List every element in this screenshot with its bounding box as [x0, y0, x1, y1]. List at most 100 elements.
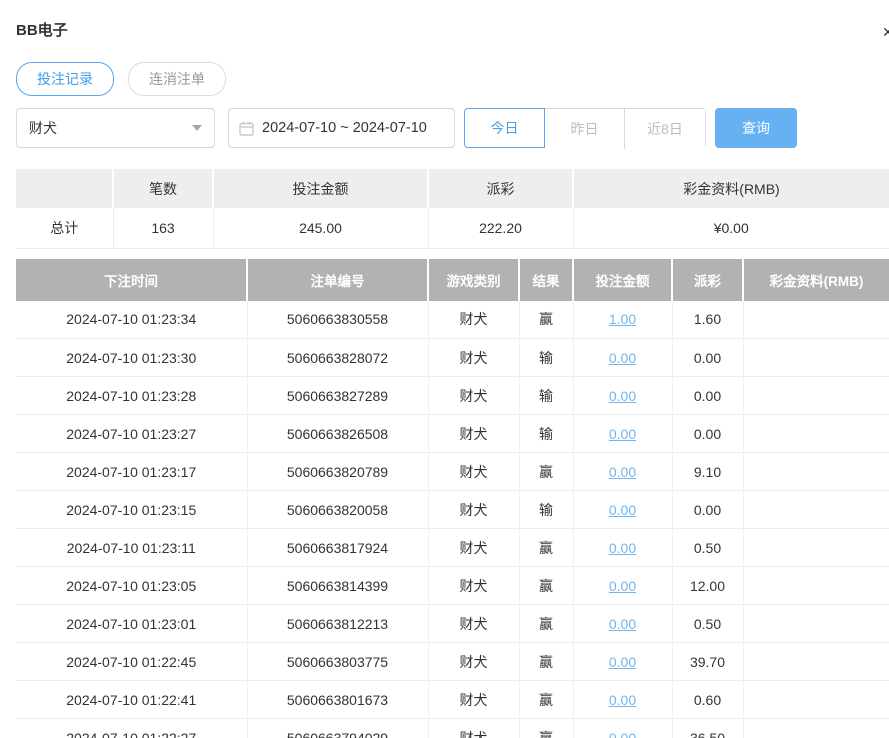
cell-payout: 9.10 [672, 453, 743, 491]
cell-game-type: 财犬 [428, 491, 519, 529]
date-range-input[interactable]: 2024-07-10 ~ 2024-07-10 [228, 108, 455, 148]
cell-jackpot [743, 719, 889, 738]
bet-amount-link[interactable]: 0.00 [609, 654, 636, 670]
cell-order-number: 5060663812213 [247, 605, 428, 643]
cell-bet-amount: 0.00 [573, 567, 672, 605]
search-button[interactable]: 查询 [715, 108, 797, 148]
cell-order-number: 5060663828072 [247, 339, 428, 377]
table-row: 2024-07-10 01:23:17 5060663820789 财犬 赢 0… [16, 453, 889, 491]
cell-payout: 0.00 [672, 377, 743, 415]
calendar-icon [239, 121, 254, 136]
summary-total-jackpot: ¥0.00 [573, 208, 889, 248]
table-row: 2024-07-10 01:23:30 5060663828072 财犬 输 0… [16, 339, 889, 377]
table-row: 2024-07-10 01:22:27 5060663794029 财犬 赢 0… [16, 719, 889, 738]
bet-amount-link[interactable]: 0.00 [609, 578, 636, 594]
tab-cancelled-orders[interactable]: 连消注单 [128, 62, 226, 96]
cell-bet-time: 2024-07-10 01:22:45 [16, 643, 247, 681]
summary-total-bet-amount: 245.00 [213, 208, 428, 248]
cell-jackpot [743, 339, 889, 377]
table-row: 2024-07-10 01:23:11 5060663817924 财犬 赢 0… [16, 529, 889, 567]
summary-header-jackpot: 彩金资料(RMB) [573, 169, 889, 208]
bet-amount-link[interactable]: 0.00 [609, 502, 636, 518]
bet-amount-link[interactable]: 0.00 [609, 540, 636, 556]
cell-game-type: 财犬 [428, 643, 519, 681]
cell-result: 输 [519, 415, 573, 453]
bet-amount-link[interactable]: 0.00 [609, 692, 636, 708]
bet-amount-link[interactable]: 0.00 [609, 388, 636, 404]
cell-game-type: 财犬 [428, 301, 519, 339]
cell-order-number: 5060663830558 [247, 301, 428, 339]
cell-order-number: 5060663820058 [247, 491, 428, 529]
cell-game-type: 财犬 [428, 453, 519, 491]
cell-result: 赢 [519, 301, 573, 339]
records-header-order-number: 注单编号 [247, 259, 428, 301]
cell-game-type: 财犬 [428, 681, 519, 719]
tab-bet-records[interactable]: 投注记录 [16, 62, 114, 96]
summary-header-payout: 派彩 [428, 169, 573, 208]
bet-amount-link[interactable]: 0.00 [609, 350, 636, 366]
cell-bet-time: 2024-07-10 01:23:30 [16, 339, 247, 377]
summary-table: 笔数 投注金额 派彩 彩金资料(RMB) 总计 163 245.00 222.2… [16, 169, 889, 249]
summary-total-row: 总计 163 245.00 222.20 ¥0.00 [16, 208, 889, 248]
bet-amount-link[interactable]: 0.00 [609, 464, 636, 480]
cell-result: 输 [519, 339, 573, 377]
cell-jackpot [743, 567, 889, 605]
cell-payout: 12.00 [672, 567, 743, 605]
cell-bet-time: 2024-07-10 01:23:15 [16, 491, 247, 529]
cell-bet-time: 2024-07-10 01:22:41 [16, 681, 247, 719]
cell-bet-time: 2024-07-10 01:23:27 [16, 415, 247, 453]
quick-yesterday-button[interactable]: 昨日 [545, 109, 625, 149]
table-row: 2024-07-10 01:23:28 5060663827289 财犬 输 0… [16, 377, 889, 415]
summary-total-label: 总计 [16, 208, 113, 248]
cell-bet-amount: 0.00 [573, 377, 672, 415]
table-row: 2024-07-10 01:22:41 5060663801673 财犬 赢 0… [16, 681, 889, 719]
cell-jackpot [743, 377, 889, 415]
summary-header-bet-amount: 投注金额 [213, 169, 428, 208]
cell-jackpot [743, 453, 889, 491]
caret-down-icon [192, 125, 202, 131]
cell-jackpot [743, 301, 889, 339]
cell-bet-amount: 1.00 [573, 301, 672, 339]
table-row: 2024-07-10 01:22:45 5060663803775 财犬 赢 0… [16, 643, 889, 681]
cell-payout: 0.50 [672, 605, 743, 643]
cell-jackpot [743, 491, 889, 529]
table-row: 2024-07-10 01:23:05 5060663814399 财犬 赢 0… [16, 567, 889, 605]
cell-order-number: 5060663794029 [247, 719, 428, 738]
records-table: 下注时间 注单编号 游戏类别 结果 投注金额 派彩 彩金资料(RMB) 2024… [16, 259, 889, 738]
cell-jackpot [743, 529, 889, 567]
cell-jackpot [743, 681, 889, 719]
cell-jackpot [743, 605, 889, 643]
page-title: BB电子 [16, 22, 889, 40]
bet-amount-link[interactable]: 0.00 [609, 426, 636, 442]
quick-today-button[interactable]: 今日 [464, 108, 545, 148]
cell-game-type: 财犬 [428, 567, 519, 605]
cell-order-number: 5060663817924 [247, 529, 428, 567]
cell-result: 赢 [519, 605, 573, 643]
records-header-payout: 派彩 [672, 259, 743, 301]
cell-game-type: 财犬 [428, 719, 519, 738]
summary-total-payout: 222.20 [428, 208, 573, 248]
cell-order-number: 5060663803775 [247, 643, 428, 681]
bet-amount-link[interactable]: 0.00 [609, 616, 636, 632]
bet-amount-link[interactable]: 0.00 [609, 730, 636, 738]
records-table-body: 2024-07-10 01:23:34 5060663830558 财犬 赢 1… [16, 301, 889, 738]
cell-game-type: 财犬 [428, 605, 519, 643]
close-icon[interactable]: ✕ [880, 24, 889, 40]
cell-game-type: 财犬 [428, 529, 519, 567]
cell-game-type: 财犬 [428, 377, 519, 415]
bet-records-panel: BB电子 ✕ 投注记录 连消注单 财犬 2024-07-10 ~ 2024-07… [0, 0, 889, 738]
cell-order-number: 5060663820789 [247, 453, 428, 491]
quick-last8days-button[interactable]: 近8日 [625, 109, 705, 149]
bet-amount-link[interactable]: 1.00 [609, 311, 636, 327]
game-select-value: 财犬 [29, 118, 184, 138]
cell-bet-time: 2024-07-10 01:23:05 [16, 567, 247, 605]
cell-bet-amount: 0.00 [573, 605, 672, 643]
cell-order-number: 5060663814399 [247, 567, 428, 605]
cell-bet-amount: 0.00 [573, 339, 672, 377]
table-row: 2024-07-10 01:23:01 5060663812213 财犬 赢 0… [16, 605, 889, 643]
cell-bet-amount: 0.00 [573, 491, 672, 529]
cell-result: 赢 [519, 681, 573, 719]
cell-result: 赢 [519, 529, 573, 567]
game-select[interactable]: 财犬 [16, 108, 215, 148]
cell-jackpot [743, 415, 889, 453]
